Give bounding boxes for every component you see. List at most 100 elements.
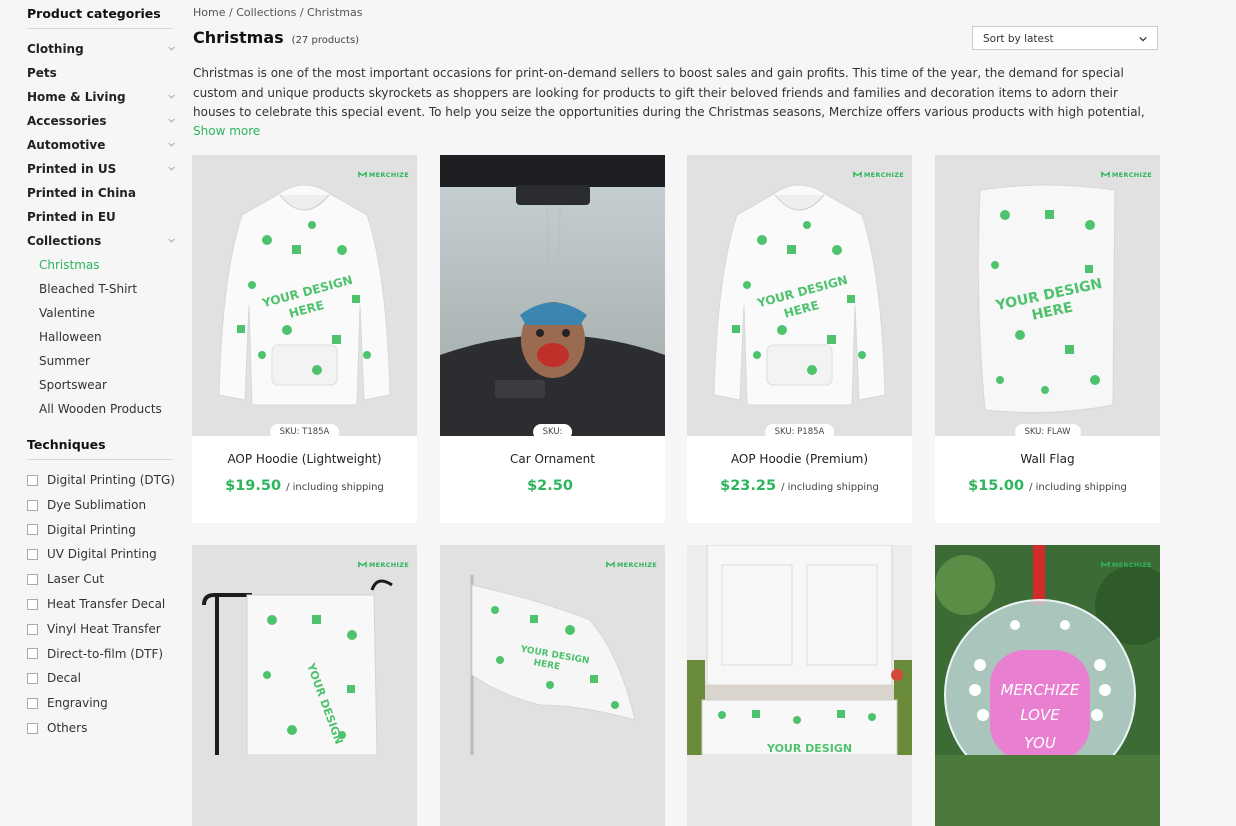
product-card[interactable]: MERCHIZE YOUR DESIGN HERE — [440, 545, 665, 826]
product-image — [440, 155, 665, 436]
product-sku: SKU: P185A — [764, 424, 835, 440]
sidebar-category[interactable]: Printed in China — [27, 181, 175, 205]
sidebar-category[interactable]: Printed in US — [27, 157, 175, 181]
breadcrumb-home[interactable]: Home — [193, 6, 225, 19]
sidebar-category[interactable]: Clothing — [27, 37, 175, 61]
technique-filter[interactable]: Direct-to-film (DTF) — [27, 642, 175, 667]
hoodie-image: YOUR DESIGN HERE — [218, 184, 391, 406]
checkbox[interactable] — [27, 524, 38, 536]
checkbox[interactable] — [27, 549, 38, 561]
merchize-logo-icon — [1101, 561, 1110, 568]
chevron-down-icon[interactable] — [168, 45, 175, 52]
sort-select[interactable]: Sort by latest — [972, 26, 1158, 50]
technique-label: Others — [47, 720, 88, 735]
product-image: MERCHIZE YOUR DESIGN — [687, 545, 912, 826]
sidebar-category-label: Automotive — [27, 138, 106, 152]
collection-item[interactable]: Halloween — [27, 325, 175, 349]
technique-filter[interactable]: Heat Transfer Decal — [27, 592, 175, 617]
price-line: $23.25 / including shipping — [687, 478, 912, 494]
checkbox[interactable] — [27, 499, 38, 511]
product-name[interactable]: AOP Hoodie (Premium) — [687, 452, 912, 466]
shipping-note: / including shipping — [1029, 482, 1127, 493]
doormat-image: YOUR DESIGN — [687, 545, 912, 755]
product-card[interactable]: SKU: Car Ornament $2.50 — [440, 155, 665, 523]
technique-filter[interactable]: Laser Cut — [27, 567, 175, 592]
product-card[interactable]: MERCHIZE YOUR DESIGN — [192, 545, 417, 826]
brand-logo: MERCHIZE — [1101, 560, 1152, 569]
technique-label: Digital Printing (DTG) — [47, 473, 175, 487]
technique-filter[interactable]: Digital Printing (DTG) — [27, 468, 175, 493]
shipping-note: / including shipping — [286, 482, 384, 493]
breadcrumb-current: Christmas — [307, 6, 363, 19]
sidebar-category-label: Clothing — [27, 42, 84, 56]
acrylic-ornament-image: MERCHIZE LOVE YOU — [935, 545, 1160, 755]
technique-filter[interactable]: Digital Printing — [27, 518, 175, 543]
product-info: SKU: FLAW Wall Flag $15.00 / including sh… — [935, 424, 1160, 523]
svg-text:YOUR DESIGN: YOUR DESIGN — [766, 742, 852, 755]
product-name[interactable]: AOP Hoodie (Lightweight) — [192, 452, 417, 466]
technique-filter[interactable]: UV Digital Printing — [27, 542, 175, 567]
technique-filter[interactable]: Engraving — [27, 691, 175, 716]
collection-item[interactable]: All Wooden Products — [27, 397, 175, 421]
product-name[interactable]: Wall Flag — [935, 452, 1160, 466]
collection-item[interactable]: Summer — [27, 349, 175, 373]
product-price: $15.00 — [968, 478, 1025, 494]
product-price: $2.50 — [527, 478, 573, 494]
collection-description: Christmas is one of the most important o… — [193, 66, 1145, 119]
show-more-link[interactable]: Show more — [193, 124, 260, 138]
collection-item[interactable]: Bleached T-Shirt — [27, 277, 175, 301]
product-card[interactable]: MERCHIZE YOUR DESIGN HERE SKU: P185A AOP… — [687, 155, 912, 523]
chevron-down-icon[interactable] — [168, 141, 175, 148]
technique-filter[interactable]: Decal — [27, 666, 175, 691]
technique-list: Digital Printing (DTG) Dye Sublimation Dig… — [27, 468, 175, 741]
sidebar-category[interactable]: Pets — [27, 61, 175, 85]
technique-filter[interactable]: Vinyl Heat Transfer — [27, 617, 175, 642]
checkbox[interactable] — [27, 673, 38, 685]
product-card[interactable]: MERCHIZE YOUR DESIGN HERE SKU: FLAW Wall… — [935, 155, 1160, 523]
product-card[interactable]: MERCHIZE YOUR DESIGN — [687, 545, 912, 826]
breadcrumb: Home / Collections / Christmas — [193, 6, 363, 19]
product-sku: SKU: FLAW — [1014, 424, 1081, 440]
technique-label: Engraving — [47, 696, 108, 711]
collection-item[interactable]: Valentine — [27, 301, 175, 325]
technique-label: Digital Printing — [47, 522, 136, 537]
sidebar-category[interactable]: Automotive — [27, 133, 175, 157]
checkbox[interactable] — [27, 722, 38, 734]
sidebar-category[interactable]: Home & Living — [27, 85, 175, 109]
chevron-down-icon[interactable] — [168, 237, 175, 244]
sidebar-category-label: Printed in US — [27, 162, 117, 176]
technique-filter[interactable]: Others — [27, 716, 175, 741]
checkbox[interactable] — [27, 623, 38, 635]
product-name[interactable]: Car Ornament — [440, 452, 665, 466]
product-info: SKU: Car Ornament $2.50 — [440, 424, 665, 523]
checkbox[interactable] — [27, 474, 38, 486]
breadcrumb-collections[interactable]: Collections — [236, 6, 296, 19]
sidebar-category[interactable]: Printed in EU — [27, 205, 175, 229]
product-sku: SKU: — [532, 424, 573, 440]
checkbox[interactable] — [27, 698, 38, 710]
technique-label: Heat Transfer Decal — [47, 596, 166, 611]
chevron-down-icon — [1139, 36, 1147, 42]
divider — [27, 459, 173, 460]
chevron-down-icon[interactable] — [168, 165, 175, 172]
product-image: MERCHIZE YOUR DESIGN — [192, 545, 417, 826]
car-ornament-image — [440, 155, 665, 436]
sidebar-category[interactable]: Collections — [27, 229, 175, 253]
divider — [27, 28, 173, 29]
breadcrumb-separator: / — [296, 6, 308, 19]
collection-item[interactable]: Sportswear — [27, 373, 175, 397]
product-sku: SKU: T185A — [269, 424, 340, 440]
product-image: MERCHIZE YOUR DESIGN HERE — [440, 545, 665, 826]
sidebar-category[interactable]: Accessories — [27, 109, 175, 133]
chevron-down-icon[interactable] — [168, 93, 175, 100]
checkbox[interactable] — [27, 598, 38, 610]
product-card[interactable]: MERCHIZE LOVE YOU MERCHIZE — [935, 545, 1160, 826]
technique-filter[interactable]: Dye Sublimation — [27, 493, 175, 518]
checkbox[interactable] — [27, 574, 38, 586]
checkbox[interactable] — [27, 648, 38, 660]
product-info: SKU: T185A AOP Hoodie (Lightweight) $19.… — [192, 424, 417, 523]
collection-item[interactable]: Christmas — [27, 253, 175, 277]
product-card[interactable]: MERCHIZE YOUR DESIGN HERE SKU: T185A AOP… — [192, 155, 417, 523]
chevron-down-icon[interactable] — [168, 117, 175, 124]
product-image: MERCHIZE LOVE YOU MERCHIZE — [935, 545, 1160, 826]
